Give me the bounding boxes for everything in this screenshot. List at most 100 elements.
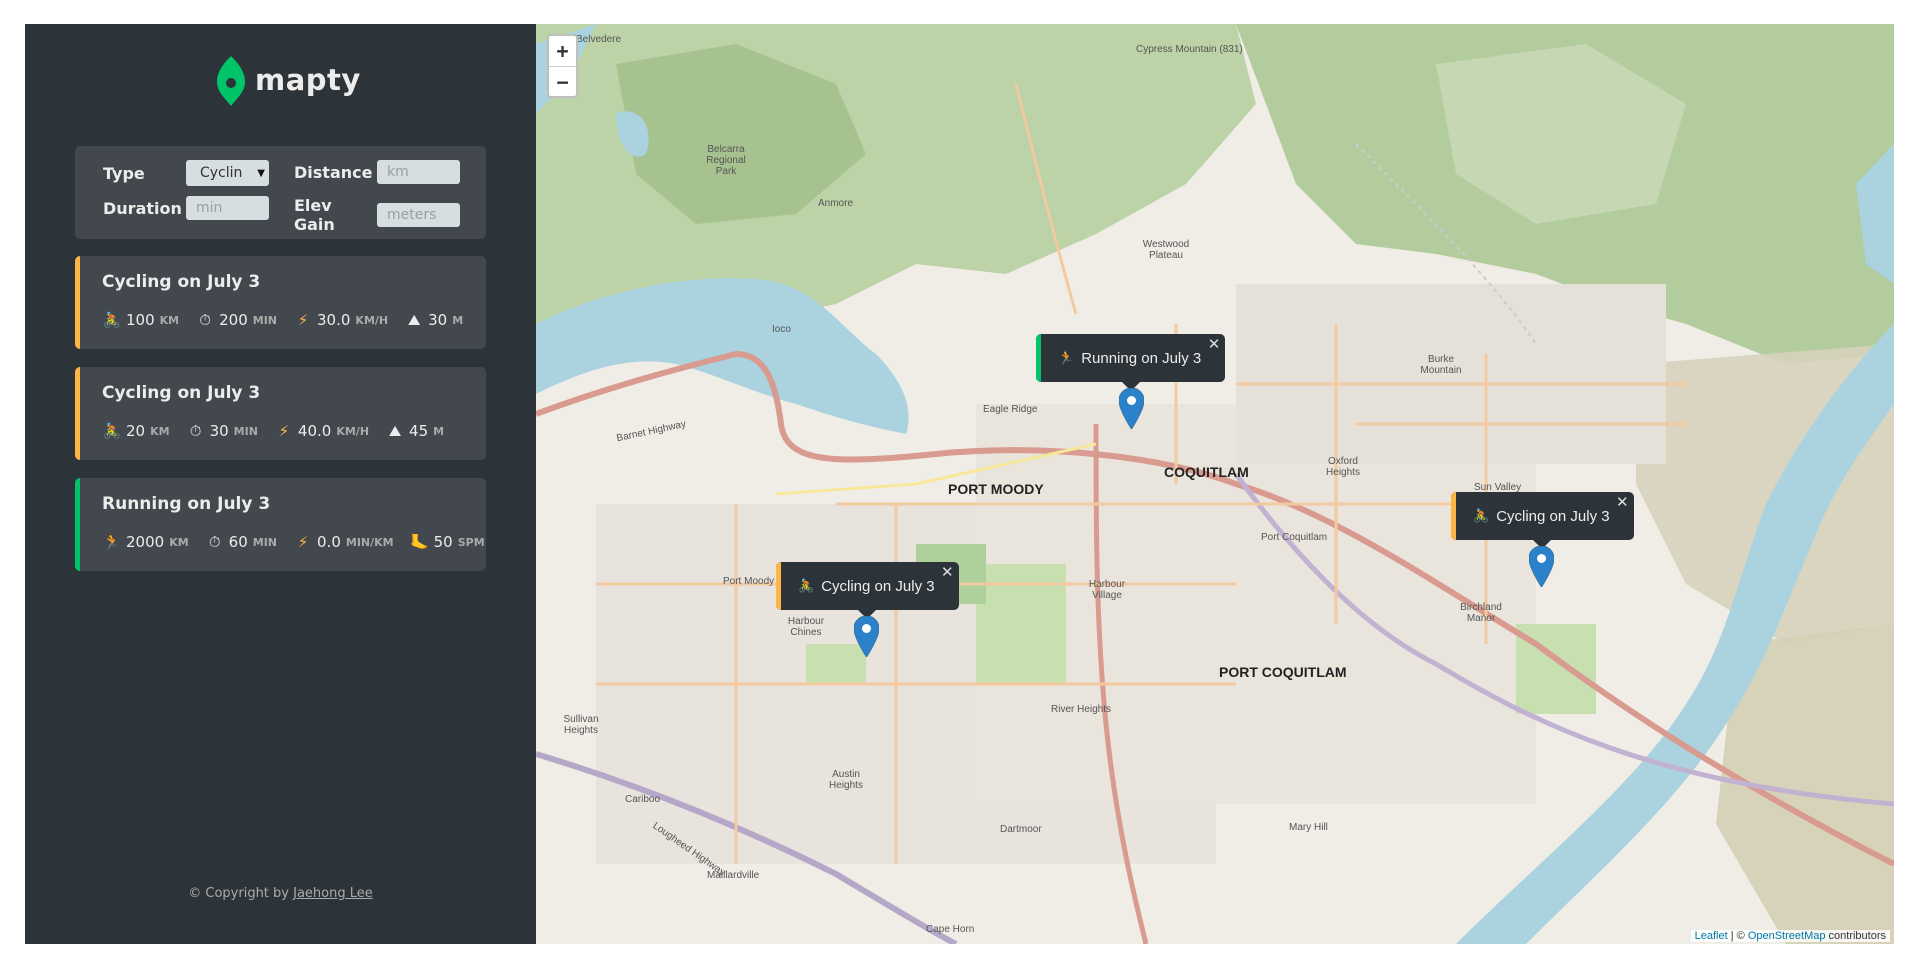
label-anmore: Anmore bbox=[818, 198, 854, 209]
logo: mapty bbox=[215, 54, 361, 106]
workout-title: Running on July 3 bbox=[102, 494, 271, 514]
workout-speed: ⚡ 40.0 km/h bbox=[274, 421, 369, 441]
workout-duration: ⏱ 200 min bbox=[195, 310, 277, 330]
runner-icon: 🏃 bbox=[1058, 350, 1075, 365]
close-icon[interactable]: ✕ bbox=[941, 563, 954, 581]
map-marker-icon[interactable] bbox=[854, 616, 879, 657]
workout-speed: ⚡ 30.0 km/h bbox=[293, 310, 388, 330]
map-marker-icon[interactable] bbox=[1119, 388, 1144, 429]
leaflet-link[interactable]: Leaflet bbox=[1695, 930, 1728, 942]
map-marker-icon[interactable] bbox=[1529, 546, 1554, 587]
speed-unit: km/h bbox=[336, 424, 370, 438]
label-oxford: Oxford Heights bbox=[1326, 456, 1360, 478]
duration-value: 200 bbox=[219, 311, 248, 329]
workout-popup[interactable]: 🏃 Running on July 3 ✕ bbox=[1036, 334, 1226, 391]
sidebar: mapty Type Cyclin ▼ Distance km Duration… bbox=[25, 24, 536, 944]
lightning-icon: ⚡ bbox=[297, 311, 309, 329]
workout-title: Cycling on July 3 bbox=[102, 383, 261, 403]
elevation-input[interactable]: meters bbox=[377, 203, 460, 227]
label-belvedere: Belvedere bbox=[576, 34, 622, 45]
workout-item[interactable]: Cycling on July 3 🚴 100 km ⏱ 200 min ⚡ 3… bbox=[75, 256, 486, 349]
workout-elevation: ⛰ 30 m bbox=[404, 310, 463, 330]
label-cape-horn: Cape Horn bbox=[926, 924, 975, 935]
elevation-label: Elev Gain bbox=[294, 196, 335, 234]
duration-value: 60 bbox=[228, 533, 248, 551]
label-cariboo: Cariboo bbox=[625, 794, 661, 805]
cyclist-icon: 🚴 bbox=[102, 422, 122, 440]
distance-unit: km bbox=[169, 535, 189, 549]
cyclist-icon: 🚴 bbox=[1473, 508, 1490, 523]
stopwatch-icon: ⏱ bbox=[199, 311, 211, 329]
workout-type-bar bbox=[75, 367, 80, 460]
label-coquitlam: COQUITLAM bbox=[1164, 464, 1249, 480]
workout-distance: 🚴 20 km bbox=[102, 421, 170, 441]
copyright-text: © Copyright by bbox=[188, 886, 289, 901]
label-port-moody-small: Port Moody bbox=[723, 576, 775, 587]
workout-popup[interactable]: 🚴 Cycling on July 3 ✕ bbox=[1451, 492, 1634, 549]
type-select[interactable]: Cyclin ▼ bbox=[186, 160, 269, 186]
close-icon[interactable]: ✕ bbox=[1616, 493, 1629, 511]
workout-elevation: ⛰ 45 m bbox=[385, 421, 444, 441]
workout-details: 🚴 20 km ⏱ 30 min ⚡ 40.0 km/h ⛰ 45 m bbox=[102, 421, 460, 441]
label-burke: Burke Mountain bbox=[1420, 354, 1462, 376]
lightning-icon: ⚡ bbox=[297, 533, 309, 551]
stopwatch-icon: ⏱ bbox=[208, 533, 221, 551]
copyright: © Copyright by Jaehong Lee bbox=[25, 886, 536, 901]
workout-form: Type Cyclin ▼ Distance km Duration min E… bbox=[75, 146, 486, 239]
cyclist-icon: 🚴 bbox=[102, 311, 122, 329]
workout-details: 🚴 100 km ⏱ 200 min ⚡ 30.0 km/h ⛰ 30 bbox=[102, 310, 479, 330]
duration-unit: min bbox=[252, 313, 278, 327]
osm-link[interactable]: OpenStreetMap bbox=[1748, 930, 1826, 942]
logo-text: mapty bbox=[255, 63, 361, 97]
form-row-type: Type Cyclin ▼ bbox=[103, 160, 269, 186]
mountain-icon: ⛰ bbox=[388, 422, 402, 440]
workout-item[interactable]: Cycling on July 3 🚴 20 km ⏱ 30 min ⚡ 40.… bbox=[75, 367, 486, 460]
popup-text: Cycling on July 3 bbox=[1496, 507, 1610, 525]
zoom-control: + − bbox=[547, 34, 578, 98]
attribution-separator: | © bbox=[1727, 930, 1748, 942]
popup-text: Cycling on July 3 bbox=[821, 577, 935, 595]
workout-item[interactable]: Running on July 3 🏃 2000 km ⏱ 60 min ⚡ 0… bbox=[75, 478, 486, 571]
attribution-suffix: contributors bbox=[1825, 930, 1886, 942]
type-label: Type bbox=[103, 163, 145, 183]
map[interactable]: PORT MOODY COQUITLAM PORT COQUITLAM Belc… bbox=[536, 24, 1894, 944]
distance-unit: km bbox=[150, 424, 170, 438]
label-port-coquitlam: PORT COQUITLAM bbox=[1219, 664, 1347, 680]
popup-type-bar bbox=[1036, 334, 1041, 382]
label-belcarra: Belcarra Regional Park bbox=[706, 144, 746, 177]
distance-value: 20 bbox=[126, 422, 146, 440]
label-eagle-ridge: Eagle Ridge bbox=[983, 404, 1038, 415]
duration-input[interactable]: min bbox=[186, 196, 269, 220]
distance-label: Distance bbox=[294, 162, 373, 182]
label-westwood: Westwood Plateau bbox=[1142, 239, 1190, 261]
label-cypress: Cypress Mountain (831) bbox=[1136, 44, 1243, 55]
author-link[interactable]: Jaehong Lee bbox=[293, 886, 373, 901]
cadence-unit: spm bbox=[457, 535, 485, 549]
workout-popup[interactable]: 🚴 Cycling on July 3 ✕ bbox=[776, 562, 959, 619]
app-container: mapty Type Cyclin ▼ Distance km Duration… bbox=[25, 24, 1894, 944]
lightning-icon: ⚡ bbox=[278, 422, 290, 440]
duration-label: Duration bbox=[103, 198, 182, 218]
elevation-value: 30 bbox=[428, 311, 448, 329]
label-birchland: Birchland Manor bbox=[1460, 602, 1502, 624]
workout-type-bar bbox=[75, 478, 80, 571]
label-ioco: Ioco bbox=[772, 324, 791, 335]
mountain-icon: ⛰ bbox=[407, 311, 421, 329]
runner-icon: 🏃 bbox=[102, 533, 122, 551]
label-sullivan-heights: Sullivan Heights bbox=[563, 714, 599, 736]
close-icon[interactable]: ✕ bbox=[1208, 335, 1221, 353]
duration-unit: min bbox=[252, 535, 278, 549]
workout-cadence: 🦶 50 spm bbox=[410, 532, 485, 552]
label-river-heights: River Heights bbox=[1051, 704, 1112, 715]
speed-value: 30.0 bbox=[317, 311, 351, 329]
workout-distance: 🚴 100 km bbox=[102, 310, 179, 330]
popup-type-bar bbox=[1451, 492, 1456, 540]
label-dartmoor: Dartmoor bbox=[1000, 824, 1042, 835]
stopwatch-icon: ⏱ bbox=[189, 422, 202, 440]
distance-input[interactable]: km bbox=[377, 160, 460, 184]
distance-value: 2000 bbox=[126, 533, 165, 551]
map-pin-logo-icon bbox=[217, 56, 245, 106]
form-row-duration: Duration min bbox=[103, 196, 269, 220]
zoom-out-button[interactable]: − bbox=[549, 66, 576, 96]
zoom-in-button[interactable]: + bbox=[549, 36, 576, 66]
